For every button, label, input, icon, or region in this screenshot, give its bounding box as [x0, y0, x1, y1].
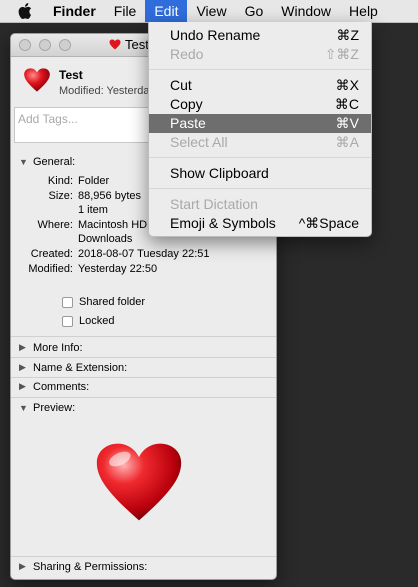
- menu-item-label: Copy: [170, 96, 203, 112]
- comments-label: Comments:: [33, 380, 90, 393]
- menu-item-shortcut: ⌘X: [335, 77, 359, 93]
- shared-folder-label: Shared folder: [79, 296, 146, 308]
- created-value: 2018-08-07 Tuesday 22:51: [78, 248, 210, 260]
- menu-item-cut[interactable]: Cut ⌘X: [149, 76, 371, 95]
- menu-item-paste[interactable]: Paste ⌘V: [149, 114, 371, 133]
- heart-icon: [109, 39, 121, 50]
- menu-bar: Finder File Edit View Go Window Help: [0, 0, 418, 23]
- menu-item-shortcut: ⌘C: [334, 96, 359, 112]
- modified-value: Yesterday 22:50: [78, 263, 158, 275]
- size-value: 88,956 bytes: [78, 190, 141, 202]
- menu-item-label: Show Clipboard: [170, 165, 269, 181]
- file-name: Test: [59, 68, 83, 82]
- disclosure-closed-icon: ▶: [19, 342, 26, 352]
- created-label: Created:: [30, 248, 73, 260]
- close-button[interactable]: [19, 39, 31, 51]
- disclosure-open-icon: ▼: [19, 402, 28, 413]
- menubar-view[interactable]: View: [187, 0, 235, 22]
- disclosure-open-icon: ▼: [19, 156, 28, 167]
- kind-value: Folder: [78, 175, 110, 187]
- locked-checkbox[interactable]: Locked: [62, 315, 114, 327]
- menu-item-shortcut: ⇧⌘Z: [324, 46, 359, 62]
- where-label: Where:: [37, 219, 73, 231]
- window-title: Test: [109, 37, 149, 52]
- window-title-text: Test: [125, 37, 149, 52]
- file-modified: Modified: Yesterday: [59, 85, 156, 97]
- checkbox-box[interactable]: [62, 315, 73, 327]
- heart-icon: [24, 68, 50, 92]
- menu-item-emoji-symbols[interactable]: Emoji & Symbols ^⌘Space: [149, 214, 371, 233]
- menubar-go[interactable]: Go: [236, 0, 273, 22]
- menubar-window[interactable]: Window: [272, 0, 340, 22]
- menubar-help[interactable]: Help: [340, 0, 387, 22]
- menu-item-redo[interactable]: Redo ⇧⌘Z: [149, 45, 371, 64]
- zoom-button[interactable]: [59, 39, 71, 51]
- checkbox-box[interactable]: [62, 296, 73, 308]
- comments-section[interactable]: ▶ Comments:: [11, 377, 276, 396]
- size-items: 1 item: [78, 204, 108, 216]
- more-info-label: More Info:: [33, 341, 83, 354]
- name-extension-section[interactable]: ▶ Name & Extension:: [11, 358, 276, 377]
- shared-folder-checkbox[interactable]: Shared folder: [62, 296, 145, 308]
- menu-item-show-clipboard[interactable]: Show Clipboard: [149, 164, 371, 183]
- menubar-file[interactable]: File: [105, 0, 146, 22]
- menu-item-shortcut: ⌘V: [335, 115, 359, 131]
- preview-label: Preview:: [33, 401, 76, 414]
- menu-item-shortcut: ⌘A: [335, 134, 359, 150]
- menu-item-label: Paste: [170, 115, 206, 131]
- edit-menu: Undo Rename ⌘Z Redo ⇧⌘Z Cut ⌘X Copy ⌘C P…: [148, 22, 372, 237]
- disclosure-closed-icon: ▶: [19, 561, 26, 571]
- menu-item-shortcut: ^⌘Space: [298, 215, 359, 231]
- menu-item-select-all[interactable]: Select All ⌘A: [149, 133, 371, 152]
- menu-item-label: Redo: [170, 46, 204, 62]
- apple-icon[interactable]: [14, 0, 36, 22]
- sharing-permissions-label: Sharing & Permissions:: [33, 560, 148, 573]
- preview-section-header[interactable]: ▼ Preview:: [11, 398, 276, 417]
- modified-label: Modified:: [28, 263, 73, 275]
- where-value-2: Downloads: [78, 233, 133, 245]
- name-extension-label: Name & Extension:: [33, 361, 128, 374]
- more-info-section[interactable]: ▶ More Info:: [11, 338, 276, 357]
- where-value: Macintosh HD: [78, 219, 148, 231]
- menu-item-undo-rename[interactable]: Undo Rename ⌘Z: [149, 26, 371, 45]
- divider: [11, 336, 276, 337]
- general-label: General:: [33, 155, 76, 168]
- minimize-button[interactable]: [39, 39, 51, 51]
- menu-item-label: Cut: [170, 77, 192, 93]
- sharing-permissions-section[interactable]: ▶ Sharing & Permissions:: [11, 557, 276, 576]
- menu-separator: [149, 69, 371, 70]
- menubar-edit[interactable]: Edit: [145, 0, 188, 22]
- kind-label: Kind:: [47, 175, 73, 187]
- menu-item-label: Emoji & Symbols: [170, 215, 276, 231]
- size-label: Size:: [48, 190, 73, 202]
- menu-item-label: Select All: [170, 134, 228, 150]
- disclosure-closed-icon: ▶: [19, 381, 26, 391]
- heart-icon: [96, 443, 182, 521]
- menu-item-copy[interactable]: Copy ⌘C: [149, 95, 371, 114]
- locked-label: Locked: [79, 315, 115, 327]
- menubar-finder[interactable]: Finder: [44, 0, 105, 22]
- menu-item-label: Undo Rename: [170, 27, 261, 43]
- menu-separator: [149, 188, 371, 189]
- menu-item-shortcut: ⌘Z: [336, 27, 359, 43]
- disclosure-closed-icon: ▶: [19, 362, 26, 372]
- menu-item-start-dictation[interactable]: Start Dictation: [149, 195, 371, 214]
- menu-item-label: Start Dictation: [170, 196, 258, 212]
- menu-separator: [149, 157, 371, 158]
